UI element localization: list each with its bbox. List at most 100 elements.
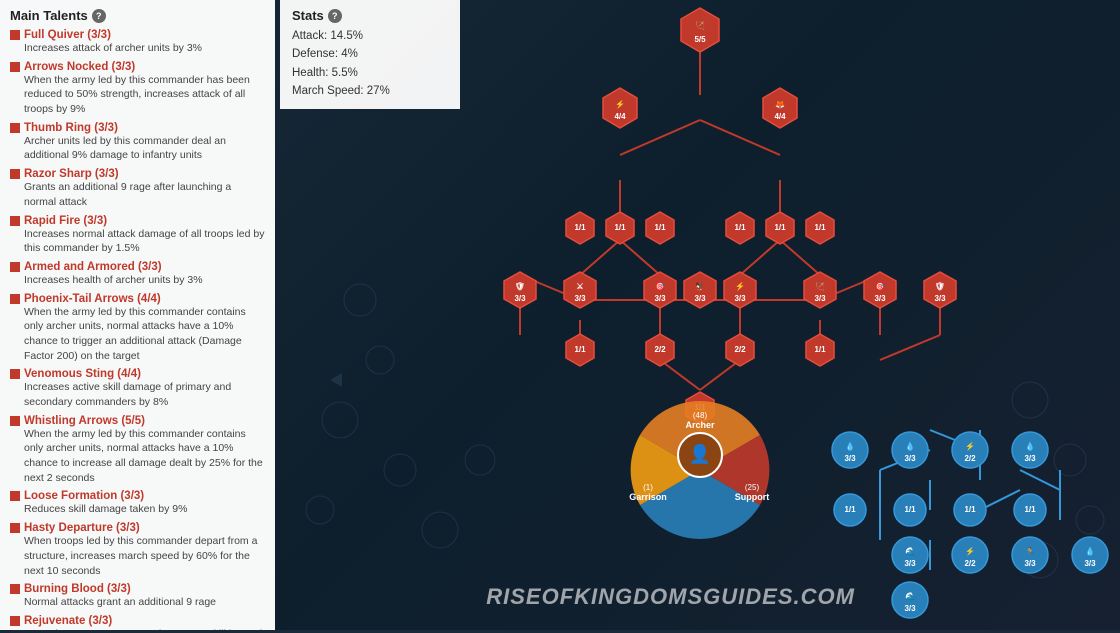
svg-text:1/1: 1/1 <box>614 223 626 232</box>
talent-item: Whistling Arrows (5/5)When the army led … <box>10 415 265 486</box>
svg-text:🎯: 🎯 <box>655 282 665 291</box>
svg-text:🦅: 🦅 <box>695 281 705 291</box>
svg-text:3/3: 3/3 <box>1024 559 1036 568</box>
svg-text:1/1: 1/1 <box>814 345 826 354</box>
svg-text:1/1: 1/1 <box>904 505 916 514</box>
talent-desc: When the army led by this commander cont… <box>24 427 265 486</box>
svg-text:Support: Support <box>735 492 770 502</box>
svg-text:(25): (25) <box>745 483 760 492</box>
svg-text:2/2: 2/2 <box>734 345 746 354</box>
talent-desc: When troops led by this commander depart… <box>24 534 265 578</box>
svg-text:2/2: 2/2 <box>964 559 976 568</box>
svg-text:3/3: 3/3 <box>514 294 526 303</box>
svg-text:🦊: 🦊 <box>775 100 785 109</box>
talent-name: Venomous Sting (4/4) <box>10 368 265 380</box>
talent-item: Rejuvenate (3/3)Instantly restores 150 r… <box>10 615 265 630</box>
talent-item: Loose Formation (3/3)Reduces skill damag… <box>10 490 265 517</box>
svg-text:3/3: 3/3 <box>694 294 706 303</box>
talent-item: Full Quiver (3/3)Increases attack of arc… <box>10 29 265 56</box>
watermark-text: RISEOFKINGDOMSGUIDES.COM <box>486 584 855 609</box>
svg-text:2/2: 2/2 <box>654 345 666 354</box>
talent-name: Arrows Nocked (3/3) <box>10 61 265 73</box>
talent-item: Burning Blood (3/3)Normal attacks grant … <box>10 583 265 610</box>
svg-text:1/1: 1/1 <box>574 345 586 354</box>
talent-name: Burning Blood (3/3) <box>10 583 265 595</box>
svg-text:3/3: 3/3 <box>734 294 746 303</box>
talent-name: Loose Formation (3/3) <box>10 490 265 502</box>
svg-text:⚡: ⚡ <box>615 99 625 109</box>
stat-line: Attack: 14.5% <box>292 27 448 45</box>
talent-desc: Reduces skill damage taken by 9% <box>24 502 265 517</box>
main-talents-panel: Main Talents ? Full Quiver (3/3)Increase… <box>0 0 275 630</box>
svg-text:💧: 💧 <box>1025 441 1035 451</box>
talent-item: Hasty Departure (3/3)When troops led by … <box>10 522 265 578</box>
talent-name: Rapid Fire (3/3) <box>10 215 265 227</box>
svg-text:🌊: 🌊 <box>905 591 915 601</box>
talent-desc: Increases attack of archer units by 3% <box>24 41 265 56</box>
svg-text:🏃: 🏃 <box>1025 546 1035 556</box>
svg-text:🏹: 🏹 <box>815 281 825 291</box>
svg-text:4/4: 4/4 <box>774 112 786 121</box>
svg-text:3/3: 3/3 <box>904 559 916 568</box>
svg-text:1/1: 1/1 <box>774 223 786 232</box>
svg-text:3/3: 3/3 <box>844 454 856 463</box>
talent-item: Phoenix-Tail Arrows (4/4)When the army l… <box>10 293 265 364</box>
help-icon[interactable]: ? <box>92 9 106 23</box>
talent-desc: Increases active skill damage of primary… <box>24 380 265 409</box>
talent-desc: When the army led by this commander cont… <box>24 305 265 364</box>
svg-text:💧: 💧 <box>1085 546 1095 556</box>
svg-text:⚡: ⚡ <box>965 441 975 451</box>
svg-text:1/1: 1/1 <box>1024 505 1036 514</box>
svg-text:3/3: 3/3 <box>654 294 666 303</box>
svg-text:3/3: 3/3 <box>934 294 946 303</box>
svg-text:1/1: 1/1 <box>574 223 586 232</box>
talent-name: Hasty Departure (3/3) <box>10 522 265 534</box>
svg-text:1/1: 1/1 <box>734 223 746 232</box>
talent-item: Rapid Fire (3/3)Increases normal attack … <box>10 215 265 256</box>
svg-text:3/3: 3/3 <box>904 604 916 613</box>
stat-line: March Speed: 27% <box>292 82 448 100</box>
talents-list: Full Quiver (3/3)Increases attack of arc… <box>10 29 265 630</box>
svg-text:🎯: 🎯 <box>875 282 885 291</box>
svg-text:3/3: 3/3 <box>814 294 826 303</box>
svg-text:🏹: 🏹 <box>695 20 705 30</box>
talent-desc: When the army led by this commander has … <box>24 73 265 117</box>
talent-name: Whistling Arrows (5/5) <box>10 415 265 427</box>
svg-text:Garrison: Garrison <box>629 492 667 502</box>
stats-help-icon[interactable]: ? <box>328 9 342 23</box>
panel-title: Main Talents ? <box>10 8 265 23</box>
svg-text:2/2: 2/2 <box>964 454 976 463</box>
talent-name: Armed and Armored (3/3) <box>10 261 265 273</box>
talent-name: Thumb Ring (3/3) <box>10 122 265 134</box>
svg-text:⚡: ⚡ <box>965 546 975 556</box>
svg-text:3/3: 3/3 <box>574 294 586 303</box>
svg-text:3/3: 3/3 <box>1024 454 1036 463</box>
svg-text:4/4: 4/4 <box>614 112 626 121</box>
talent-desc: Archer units led by this commander deal … <box>24 134 265 163</box>
svg-text:3/3: 3/3 <box>1084 559 1096 568</box>
svg-text:1/1: 1/1 <box>964 505 976 514</box>
svg-text:(1): (1) <box>643 483 653 492</box>
talent-desc: Increases health of archer units by 3% <box>24 273 265 288</box>
talent-item: Thumb Ring (3/3)Archer units led by this… <box>10 122 265 163</box>
talent-desc: Normal attacks grant an additional 9 rag… <box>24 595 265 610</box>
stats-title-text: Stats <box>292 8 324 23</box>
svg-text:💧: 💧 <box>845 441 855 451</box>
svg-text:⚡: ⚡ <box>735 281 745 291</box>
svg-text:👤: 👤 <box>689 443 711 464</box>
svg-text:🛡: 🛡 <box>935 281 945 291</box>
svg-text:1/1: 1/1 <box>814 223 826 232</box>
talent-name: Rejuvenate (3/3) <box>10 615 265 627</box>
svg-text:💧: 💧 <box>905 441 915 451</box>
talent-item: Razor Sharp (3/3)Grants an additional 9 … <box>10 168 265 209</box>
talent-item: Venomous Sting (4/4)Increases active ski… <box>10 368 265 409</box>
svg-text:(48): (48) <box>693 411 708 420</box>
svg-text:3/3: 3/3 <box>874 294 886 303</box>
talent-item: Armed and Armored (3/3)Increases health … <box>10 261 265 288</box>
svg-text:1/1: 1/1 <box>654 223 666 232</box>
stats-title: Stats ? <box>292 8 448 23</box>
stats-panel: Stats ? Attack: 14.5%Defense: 4%Health: … <box>280 0 460 109</box>
svg-text:1/1: 1/1 <box>844 505 856 514</box>
talent-desc: Grants an additional 9 rage after launch… <box>24 180 265 209</box>
stats-list: Attack: 14.5%Defense: 4%Health: 5.5%Marc… <box>292 27 448 101</box>
